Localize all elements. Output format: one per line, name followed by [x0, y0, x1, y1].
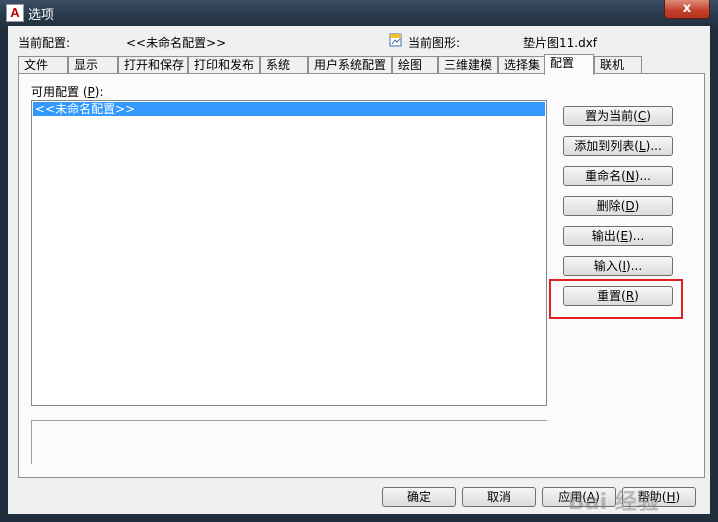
set-current-button[interactable]: 置为当前(C) — [563, 106, 673, 126]
available-profiles-label: 可用配置 (P): — [31, 85, 104, 99]
ok-button[interactable]: 确定 — [382, 487, 456, 507]
close-button[interactable]: x — [664, 0, 710, 19]
tab-profiles[interactable]: 配置 — [544, 54, 594, 75]
rename-button[interactable]: 重命名(N)... — [563, 166, 673, 186]
help-button[interactable]: 帮助(H) — [622, 487, 696, 507]
export-button[interactable]: 输出(E)... — [563, 226, 673, 246]
options-dialog: 当前配置: <<未命名配置>> 当前图形: 垫片图11.dxf 文件 显示 打开… — [8, 26, 710, 515]
autocad-logo-icon: A — [6, 4, 24, 22]
cancel-button[interactable]: 取消 — [462, 487, 536, 507]
current-profile-label: 当前配置: — [18, 36, 71, 50]
current-drawing-value: 垫片图11.dxf — [523, 36, 598, 50]
tab-user-preferences[interactable]: 用户系统配置 — [308, 56, 392, 73]
tab-open-save[interactable]: 打开和保存 — [118, 56, 188, 73]
tab-selection[interactable]: 选择集 — [498, 56, 546, 73]
tab-system[interactable]: 系统 — [260, 56, 308, 73]
tab-3d-modeling[interactable]: 三维建模 — [438, 56, 498, 73]
profile-list-item[interactable]: <<未命名配置>> — [33, 102, 545, 116]
apply-button[interactable]: 应用(A) — [542, 487, 616, 507]
title-bar: A 选项 x — [0, 0, 718, 26]
current-drawing-label: 当前图形: — [408, 36, 461, 50]
tab-online[interactable]: 联机 — [594, 56, 642, 73]
tab-drafting[interactable]: 绘图 — [392, 56, 438, 73]
tab-files[interactable]: 文件 — [18, 56, 68, 73]
tab-display[interactable]: 显示 — [68, 56, 118, 73]
delete-button[interactable]: 删除(D) — [563, 196, 673, 216]
drawing-file-icon — [389, 33, 402, 47]
current-profile-value: <<未命名配置>> — [126, 36, 227, 50]
profiles-panel: 可用配置 (P): <<未命名配置>> 置为当前(C) 添加到列表(L)... … — [18, 73, 705, 478]
profiles-list[interactable]: <<未命名配置>> — [31, 100, 547, 406]
add-to-list-button[interactable]: 添加到列表(L)... — [563, 136, 673, 156]
import-button[interactable]: 输入(I)... — [563, 256, 673, 276]
profile-description-box — [31, 420, 547, 464]
reset-highlight-box — [549, 279, 683, 319]
window-title: 选项 — [28, 8, 55, 23]
tab-plot-publish[interactable]: 打印和发布 — [188, 56, 260, 73]
